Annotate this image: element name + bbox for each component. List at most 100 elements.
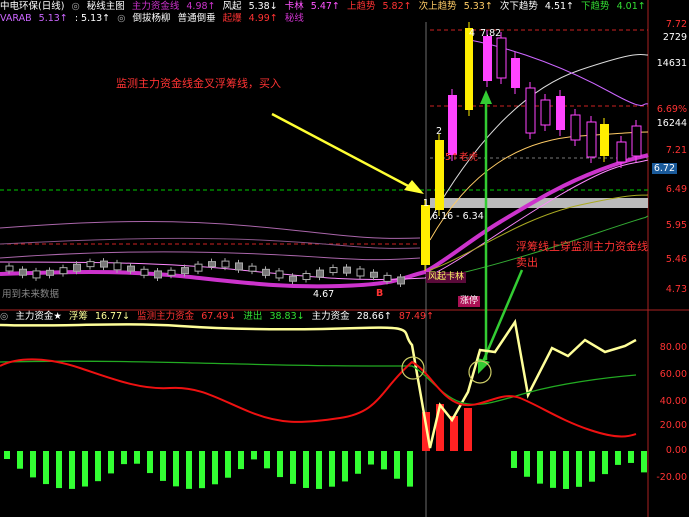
fengqi-label: 风起 — [222, 1, 242, 12]
band-mid-line — [0, 237, 421, 249]
candle — [289, 275, 297, 282]
histogram-bar — [160, 451, 166, 481]
histogram-bar — [615, 451, 621, 465]
histogram-bar — [563, 451, 569, 489]
candle — [631, 125, 642, 157]
histogram-bar — [82, 451, 88, 487]
main-funds-label: 主力资金线 — [131, 1, 180, 12]
chart-canvas[interactable] — [0, 0, 689, 517]
varab-value: 5.13↑ — [38, 13, 68, 24]
peak-label: 7.82 — [480, 28, 502, 39]
axis-value-3: 6.69% — [656, 104, 687, 115]
histogram-bar — [576, 451, 582, 487]
band-upper-line — [0, 221, 421, 239]
candle — [483, 36, 492, 81]
candle — [435, 140, 444, 210]
template-name[interactable]: 秘线主图 — [87, 1, 125, 12]
candle — [86, 261, 95, 268]
label-3: 倒拔杨柳 — [132, 13, 171, 24]
candle — [32, 270, 41, 279]
main-funds-line — [0, 153, 649, 289]
sub-axis-80: 80.00 — [659, 342, 687, 353]
histogram-bar — [303, 451, 309, 488]
histogram-bar — [602, 451, 608, 475]
candle — [140, 268, 149, 276]
histogram-bar — [589, 451, 595, 482]
histogram-bar — [251, 451, 257, 460]
candle — [302, 273, 311, 281]
candle — [208, 261, 216, 268]
stock-title[interactable]: 中电环保(日线) — [0, 1, 64, 12]
sub-up-trend-label: 次上趋势 — [418, 1, 457, 12]
histogram-bar — [550, 451, 556, 488]
candle — [100, 260, 108, 268]
histogram-bar — [56, 451, 62, 489]
circle-icon-2: ◎ — [117, 13, 126, 24]
kalin-value: 5.47↑ — [310, 1, 340, 12]
down-trend-value: 4.01↑ — [616, 1, 646, 12]
b-label: B — [376, 288, 384, 299]
histogram-bar — [121, 451, 127, 465]
upper-trend-line — [429, 53, 649, 221]
value-2: : 5.13↑ — [74, 13, 111, 24]
candle — [540, 99, 551, 126]
monitor-value: 67.49↓ — [201, 311, 237, 322]
up-trend-value: 5.82↑ — [382, 1, 412, 12]
candle — [19, 268, 27, 276]
candle — [194, 263, 203, 272]
label-5: 起爆 — [222, 13, 242, 24]
candle — [275, 270, 284, 279]
band-lower-line — [0, 251, 421, 261]
histogram-bar — [524, 451, 530, 477]
axis-tick-6: 4.73 — [665, 284, 687, 295]
histogram-bar — [212, 451, 218, 485]
fuchou-value: 16.77↓ — [94, 311, 131, 322]
candle — [248, 265, 257, 272]
circle-icon: ◎ — [71, 1, 80, 12]
candle — [570, 114, 581, 141]
main-funds-value: 4.98↑ — [186, 1, 216, 12]
histogram-bar — [238, 451, 244, 470]
histogram-bar — [186, 451, 192, 489]
sub-axis-0: 0.00 — [665, 445, 687, 456]
axis-tick-4: 5.95 — [665, 220, 687, 231]
buy-arrow-line — [271, 112, 413, 190]
histogram-bar-red — [464, 408, 472, 451]
sub-title[interactable]: 主力资金★ — [15, 311, 62, 322]
candle — [448, 95, 457, 155]
histogram-bar — [329, 451, 335, 487]
histogram-bar — [394, 451, 400, 479]
low-label: 4.67 — [313, 289, 335, 300]
sell-arrow-head — [478, 358, 490, 374]
candle — [397, 276, 405, 285]
buy-annotation: 监测主力资金线金叉浮筹线，买入 — [116, 77, 281, 90]
histogram-bar — [264, 451, 270, 469]
mark-2: 2 — [436, 126, 443, 137]
histogram-bar — [199, 451, 205, 489]
candle — [370, 271, 378, 278]
axis-value-1: 2729 — [662, 32, 687, 43]
candle — [59, 267, 68, 275]
fengqi-value: 5.38↓ — [248, 1, 278, 12]
candle — [329, 267, 338, 274]
candle — [600, 124, 609, 156]
histogram-bar — [17, 451, 23, 469]
sub-axis-40: 40.00 — [659, 396, 687, 407]
down-trend-label: 下趋势 — [581, 1, 610, 12]
candle — [113, 262, 122, 271]
main-label: 主力资金 — [311, 311, 350, 322]
histogram-bar-red — [436, 404, 444, 451]
stock-chart-window: 中电环保(日线) ◎ 秘线主图 主力资金线 4.98↑ 风起 5.38↓ 卡林 … — [0, 0, 689, 517]
candle — [383, 274, 392, 282]
histogram-bar — [511, 451, 517, 468]
kalin-label: 卡林 — [284, 1, 304, 12]
histogram-bar — [628, 451, 634, 463]
main-value: 28.66↑ — [356, 311, 392, 322]
candle — [525, 87, 536, 134]
monitor-label: 监测主力资金 — [137, 311, 195, 322]
histogram-bar — [342, 451, 348, 482]
sub-up-trend-value: 5.33↑ — [463, 1, 493, 12]
buy-arrow-head — [404, 180, 424, 194]
histogram-bar — [95, 451, 101, 482]
candle — [46, 269, 54, 276]
